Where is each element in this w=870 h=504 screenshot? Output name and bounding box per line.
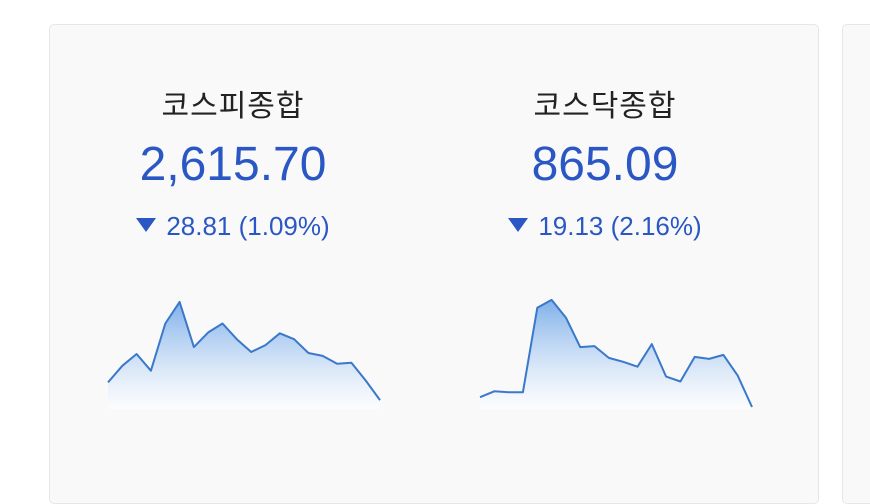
kospi-sparkline — [107, 300, 381, 409]
market-index-card: 코스피종합 2,615.70 28.81 (1.09%) 코스닥종합 865.0… — [49, 24, 819, 504]
index-change: 28.81 (1.09%) — [78, 211, 388, 242]
index-change-text: 19.13 (2.16%) — [538, 211, 702, 241]
kospi-block[interactable]: 코스피종합 2,615.70 28.81 (1.09%) — [78, 25, 388, 445]
next-card[interactable] — [842, 24, 870, 504]
kosdaq-block[interactable]: 코스닥종합 865.09 19.13 (2.16%) — [450, 25, 760, 445]
index-name: 코스피종합 — [161, 89, 305, 124]
index-name: 코스닥종합 — [533, 89, 677, 124]
index-change: 19.13 (2.16%) — [450, 211, 760, 242]
kosdaq-sparkline — [479, 298, 753, 409]
index-value: 2,615.70 — [139, 138, 327, 191]
triangle-down-icon — [508, 218, 529, 232]
sparkline-area — [108, 301, 380, 409]
index-change-text: 28.81 (1.09%) — [166, 211, 330, 241]
index-value: 865.09 — [531, 138, 679, 191]
triangle-down-icon — [136, 218, 157, 232]
